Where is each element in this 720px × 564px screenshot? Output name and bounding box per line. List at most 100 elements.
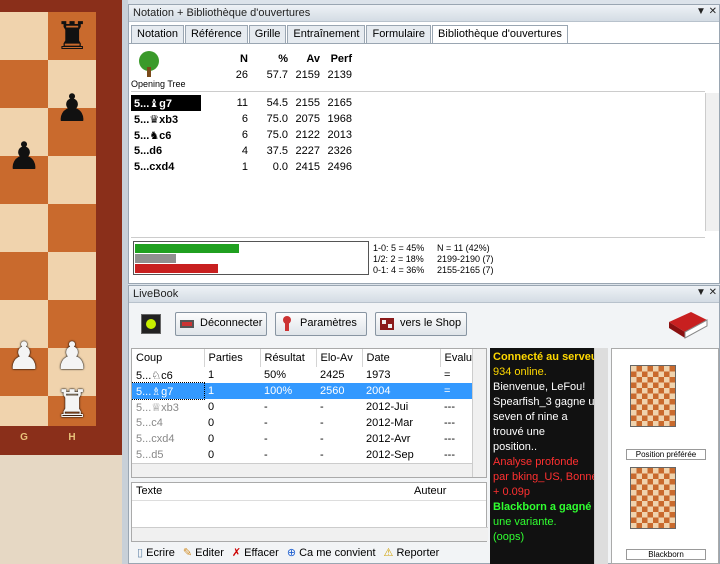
- tree-row[interactable]: 5...♞c6 6 75.0 2122 2013: [131, 127, 355, 143]
- tree-row[interactable]: 5...♛xb3 6 75.0 2075 1968: [131, 111, 355, 127]
- result-bars: [133, 241, 369, 275]
- header-texte: Texte: [136, 485, 163, 497]
- livebook-panel: LiveBook ▼ ✕ Déconnecter Paramètres vers…: [128, 285, 720, 564]
- comments-hscroll[interactable]: [132, 527, 488, 541]
- table-row[interactable]: 5...cxd4 0- -2012-Avr ---: [132, 431, 486, 447]
- chat-line: Blackborn a gagné: [493, 501, 592, 513]
- tree-scrollbar[interactable]: [705, 93, 719, 231]
- table-row[interactable]: 5...♗g7 1 100% 2560 2004 =: [132, 382, 486, 400]
- comment-actions: ▯ Ecrire ✎ Editer ✗ Effacer ⊕ Ca me conv…: [131, 544, 487, 564]
- chat-line: (oops): [493, 531, 525, 543]
- stat-n: N = 11 (42%): [437, 243, 490, 253]
- file-label-g: G: [20, 432, 28, 443]
- params-button[interactable]: Paramètres: [275, 312, 367, 336]
- disconnect-button[interactable]: Déconnecter: [175, 312, 267, 336]
- chat-line: Bienvenue, LeFou!: [493, 381, 586, 393]
- white-pawn-icon[interactable]: ♟: [48, 332, 96, 380]
- thumbnail-label: Blackborn: [626, 549, 706, 560]
- chat-line: 934 online.: [493, 366, 547, 378]
- pencil-icon: ✎: [182, 547, 193, 559]
- close-pin-icon[interactable]: ▼ ✕: [696, 287, 717, 298]
- tab-reference[interactable]: Référence: [184, 25, 248, 43]
- write-button[interactable]: ▯ Ecrire: [137, 546, 175, 562]
- thumbnail-board[interactable]: [630, 467, 676, 529]
- black-pawn-icon[interactable]: ♟: [0, 132, 48, 180]
- chat-line: position..: [493, 441, 538, 453]
- table-row[interactable]: 5...c4 0- -2012-Mar ---: [132, 415, 486, 431]
- draw-bar: [135, 254, 177, 263]
- thumbnail-board[interactable]: [630, 365, 676, 427]
- table-row[interactable]: 5...♕xb3 0- -2012-Jui ---: [132, 399, 486, 415]
- page-icon: ▯: [137, 547, 144, 559]
- moves-vscroll[interactable]: [472, 349, 486, 477]
- table-row[interactable]: 5...d5 0- -2012-Sep ---: [132, 447, 486, 463]
- moves-header: Coup Parties Résultat Elo-Av Date Evalu: [132, 349, 486, 367]
- livebook-moves: Coup Parties Résultat Elo-Av Date Evalu 5...♘…: [131, 348, 487, 478]
- tab-grille[interactable]: Grille: [248, 25, 287, 43]
- total-pct: 57.7: [266, 69, 288, 81]
- edit-button[interactable]: ✎ Editer: [183, 546, 224, 562]
- comments-list: Texte Auteur: [131, 482, 488, 542]
- bishop-icon: ♗: [151, 384, 162, 398]
- chat-line: seven of nine a: [493, 411, 568, 423]
- table-row[interactable]: 5...♘c6 1 50% 2425 1973 =: [132, 367, 486, 383]
- report-button[interactable]: ⚠ Reporter: [384, 546, 440, 562]
- shop-button[interactable]: vers le Shop: [375, 312, 467, 336]
- settings-icon: [283, 316, 291, 331]
- file-label-h: H: [68, 432, 76, 443]
- chat-line: Connecté au serveur: [493, 351, 602, 363]
- tree-row[interactable]: 5...♝g7 11 54.5 2155 2165: [131, 95, 355, 111]
- warning-icon: ⚠: [383, 547, 394, 559]
- notation-panel: Notation + Bibliothèque d'ouvertures ▼ ✕…: [128, 4, 720, 284]
- stat-win: 1-0: 5 = 45%: [373, 243, 425, 253]
- status-light: [141, 314, 161, 334]
- chat-scrollbar[interactable]: [594, 348, 608, 564]
- tree-header: N% Av Perf 26 57.7 2159 2139: [229, 51, 355, 83]
- stat-loss: 0-1: 4 = 36%: [373, 265, 425, 275]
- livebook-logo-icon: [667, 308, 709, 340]
- tree-row[interactable]: 5...cxd4 1 0.0 2415 2496: [131, 159, 355, 175]
- panel-titlebar: Notation + Bibliothèque d'ouvertures ▼ ✕: [129, 5, 719, 22]
- bishop-icon: ♝: [149, 96, 160, 110]
- close-pin-icon[interactable]: ▼ ✕: [696, 6, 717, 17]
- stats-right: N = 11 (42%) 2199-2190 (7) 2155-2165 (7): [437, 243, 494, 276]
- tree-label: Opening Tree: [131, 79, 186, 89]
- panel-title: Notation + Bibliothèque d'ouvertures: [133, 7, 311, 19]
- tab-formulaire[interactable]: Formulaire: [366, 25, 432, 43]
- header-pct: %: [278, 53, 288, 65]
- chat-line: + 0.09p: [493, 486, 531, 498]
- total-av: 2159: [295, 69, 320, 81]
- queen-icon: ♕: [151, 400, 162, 414]
- tree-row[interactable]: 5...d6 4 37.5 2227 2326: [131, 143, 355, 159]
- like-button[interactable]: ⊕ Ca me convient: [287, 546, 376, 562]
- tab-bar: Notation Référence Grille Entraînement F…: [129, 22, 719, 44]
- queen-icon: ♛: [149, 112, 160, 126]
- stat-draw: 1/2: 2 = 18%: [373, 254, 424, 264]
- black-pawn-icon[interactable]: ♟: [48, 84, 96, 132]
- chat-line: par bking_US, Bonne: [493, 471, 598, 483]
- win-bar: [135, 244, 239, 253]
- chat-line: une variante.: [493, 516, 557, 528]
- white-pawn-icon[interactable]: ♟: [0, 332, 48, 380]
- knight-icon: ♞: [149, 128, 160, 142]
- tab-entrainement[interactable]: Entraînement: [287, 25, 366, 43]
- white-rook-icon[interactable]: ♜: [48, 380, 96, 428]
- chat-line: Spearfish_3 gagne une: [493, 396, 607, 408]
- chat-line: Analyse profonde: [493, 456, 579, 468]
- disconnect-icon: [180, 320, 194, 328]
- header-av: Av: [306, 53, 320, 65]
- tree-table: 5...♝g7 11 54.5 2155 2165 5...♛xb3 6 75.0 2075 1…: [131, 95, 355, 175]
- chat-line: trouvé une: [493, 426, 545, 438]
- chat-log: Connecté au serveur 934 online. Bienvenue,…: [490, 348, 608, 564]
- shop-icon: [380, 318, 394, 330]
- thumbnail-label: Position préférée: [626, 449, 706, 460]
- black-rook-icon[interactable]: ♜: [48, 12, 96, 60]
- livebook-titlebar: LiveBook ▼ ✕: [129, 286, 719, 303]
- delete-button[interactable]: ✗ Effacer: [232, 546, 279, 562]
- plus-icon: ⊕: [286, 547, 297, 559]
- tab-bibliotheque[interactable]: Bibliothèque d'ouvertures: [432, 25, 568, 43]
- chess-board[interactable]: ♜ ♟ ♟ ♟ ♟ ♜ G H: [0, 0, 122, 455]
- header-perf: Perf: [330, 53, 352, 65]
- tab-notation[interactable]: Notation: [131, 25, 184, 43]
- moves-hscroll[interactable]: [132, 463, 472, 477]
